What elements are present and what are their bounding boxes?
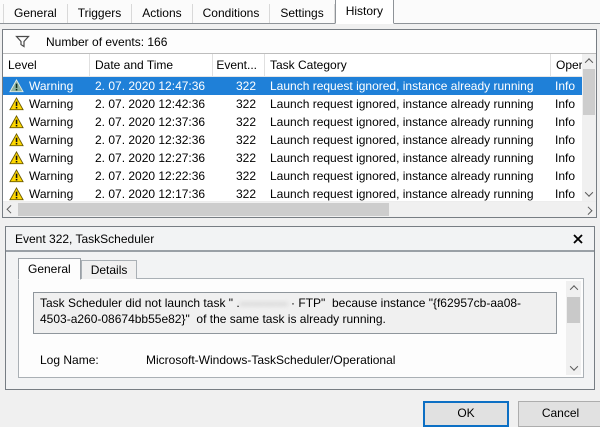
- table-row[interactable]: Warning 2. 07. 2020 12:27:36 322 Launch …: [3, 149, 582, 167]
- vertical-scroll-thumb[interactable]: [583, 69, 595, 115]
- event-id-cell: 322: [213, 133, 265, 147]
- event-id-cell: 322: [213, 115, 265, 129]
- tab-triggers[interactable]: Triggers: [68, 4, 133, 23]
- task-category-cell: Launch request ignored, instance already…: [265, 151, 551, 165]
- operational-cell: Info: [551, 97, 582, 111]
- date-cell: 2. 07. 2020 12:37:36: [90, 115, 213, 129]
- column-header-event-id[interactable]: Event...: [213, 54, 265, 76]
- event-id-cell: 322: [213, 97, 265, 111]
- detail-general-page: Task Scheduler did not launch task " .——…: [18, 278, 584, 378]
- detail-pane-title: Event 322, TaskScheduler: [15, 232, 571, 246]
- tab-settings[interactable]: Settings: [270, 4, 334, 23]
- warning-icon: [9, 169, 24, 183]
- scroll-right-icon[interactable]: [582, 202, 596, 217]
- level-cell: Warning: [29, 79, 73, 93]
- event-id-cell: 322: [213, 169, 265, 183]
- cancel-button[interactable]: Cancel: [518, 401, 600, 427]
- tab-history[interactable]: History: [335, 0, 394, 24]
- date-cell: 2. 07. 2020 12:27:36: [90, 151, 213, 165]
- task-category-cell: Launch request ignored, instance already…: [265, 169, 551, 183]
- events-table-header: Level Date and Time Event... Task Catego…: [3, 54, 582, 77]
- operational-cell: Info: [551, 169, 582, 183]
- scroll-up-icon[interactable]: [566, 281, 581, 295]
- event-id-cell: 322: [213, 79, 265, 93]
- operational-cell: Info: [551, 187, 582, 201]
- close-icon[interactable]: [571, 232, 585, 246]
- column-header-operational[interactable]: Oper: [551, 54, 582, 76]
- operational-cell: Info: [551, 79, 582, 93]
- level-cell: Warning: [29, 169, 73, 183]
- task-category-cell: Launch request ignored, instance already…: [265, 79, 551, 93]
- task-category-cell: Launch request ignored, instance already…: [265, 97, 551, 111]
- warning-icon: [9, 133, 24, 147]
- vertical-scroll-thumb[interactable]: [567, 297, 580, 323]
- scroll-left-icon[interactable]: [3, 202, 17, 217]
- task-category-cell: Launch request ignored, instance already…: [265, 187, 551, 201]
- level-cell: Warning: [29, 97, 73, 111]
- horizontal-scroll-thumb[interactable]: [18, 203, 389, 216]
- warning-icon: [9, 115, 24, 129]
- table-row[interactable]: Warning 2. 07. 2020 12:37:36 322 Launch …: [3, 113, 582, 131]
- column-header-task-category[interactable]: Task Category: [265, 54, 551, 76]
- warning-icon: [9, 187, 24, 201]
- detail-vertical-scrollbar[interactable]: [566, 281, 581, 375]
- scroll-down-icon[interactable]: [582, 187, 596, 201]
- event-id-cell: 322: [213, 187, 265, 201]
- tab-general[interactable]: General: [3, 4, 68, 23]
- event-id-cell: 322: [213, 151, 265, 165]
- table-row[interactable]: Warning 2. 07. 2020 12:32:36 322 Launch …: [3, 131, 582, 149]
- log-name-label: Log Name:: [40, 353, 146, 367]
- date-cell: 2. 07. 2020 12:47:36: [90, 79, 213, 93]
- events-horizontal-scrollbar[interactable]: [3, 201, 596, 217]
- date-cell: 2. 07. 2020 12:17:36: [90, 187, 213, 201]
- filter-funnel-icon: [15, 35, 30, 48]
- level-cell: Warning: [29, 187, 73, 201]
- ok-button[interactable]: OK: [423, 401, 509, 427]
- operational-cell: Info: [551, 151, 582, 165]
- operational-cell: Info: [551, 115, 582, 129]
- scroll-up-icon[interactable]: [582, 54, 596, 68]
- table-row[interactable]: Warning 2. 07. 2020 12:47:36 322 Launch …: [3, 77, 582, 95]
- warning-icon: [9, 151, 24, 165]
- tab-conditions[interactable]: Conditions: [193, 4, 271, 23]
- tab-actions[interactable]: Actions: [132, 4, 192, 23]
- property-tab-bar: General Triggers Actions Conditions Sett…: [0, 0, 600, 24]
- warning-icon: [9, 97, 24, 111]
- detail-tab-details[interactable]: Details: [81, 260, 138, 279]
- events-filter-bar[interactable]: Number of events: 166: [3, 30, 596, 54]
- detail-pane-header: Event 322, TaskScheduler: [6, 227, 594, 252]
- table-row[interactable]: Warning 2. 07. 2020 12:22:36 322 Launch …: [3, 167, 582, 185]
- event-description-box[interactable]: Task Scheduler did not launch task " .——…: [33, 292, 557, 334]
- detail-tab-bar: General Details: [18, 258, 137, 279]
- level-cell: Warning: [29, 133, 73, 147]
- task-category-cell: Launch request ignored, instance already…: [265, 133, 551, 147]
- event-count-label: Number of events: 166: [46, 35, 167, 49]
- scroll-down-icon[interactable]: [566, 361, 581, 375]
- operational-cell: Info: [551, 133, 582, 147]
- table-row[interactable]: Warning 2. 07. 2020 12:17:36 322 Launch …: [3, 185, 582, 201]
- date-cell: 2. 07. 2020 12:22:36: [90, 169, 213, 183]
- table-row[interactable]: Warning 2. 07. 2020 12:42:36 322 Launch …: [3, 95, 582, 113]
- date-cell: 2. 07. 2020 12:32:36: [90, 133, 213, 147]
- warning-icon: [9, 79, 24, 93]
- level-cell: Warning: [29, 115, 73, 129]
- redacted-task-name: ————: [240, 296, 288, 310]
- detail-tab-general[interactable]: General: [18, 258, 81, 280]
- event-detail-pane: Event 322, TaskScheduler General Details…: [5, 226, 595, 390]
- level-cell: Warning: [29, 151, 73, 165]
- event-description-text: Task Scheduler did not launch task " .: [40, 296, 240, 310]
- date-cell: 2. 07. 2020 12:42:36: [90, 97, 213, 111]
- column-header-date-time[interactable]: Date and Time: [90, 54, 213, 76]
- log-name-row: Log Name: Microsoft-Windows-TaskSchedule…: [40, 353, 395, 367]
- log-name-value: Microsoft-Windows-TaskScheduler/Operatio…: [146, 353, 395, 367]
- events-vertical-scrollbar[interactable]: [582, 54, 596, 201]
- events-panel: Number of events: 166 Level Date and Tim…: [2, 29, 597, 218]
- column-header-level[interactable]: Level: [3, 54, 90, 76]
- task-category-cell: Launch request ignored, instance already…: [265, 115, 551, 129]
- events-table-body: Warning 2. 07. 2020 12:47:36 322 Launch …: [3, 77, 582, 201]
